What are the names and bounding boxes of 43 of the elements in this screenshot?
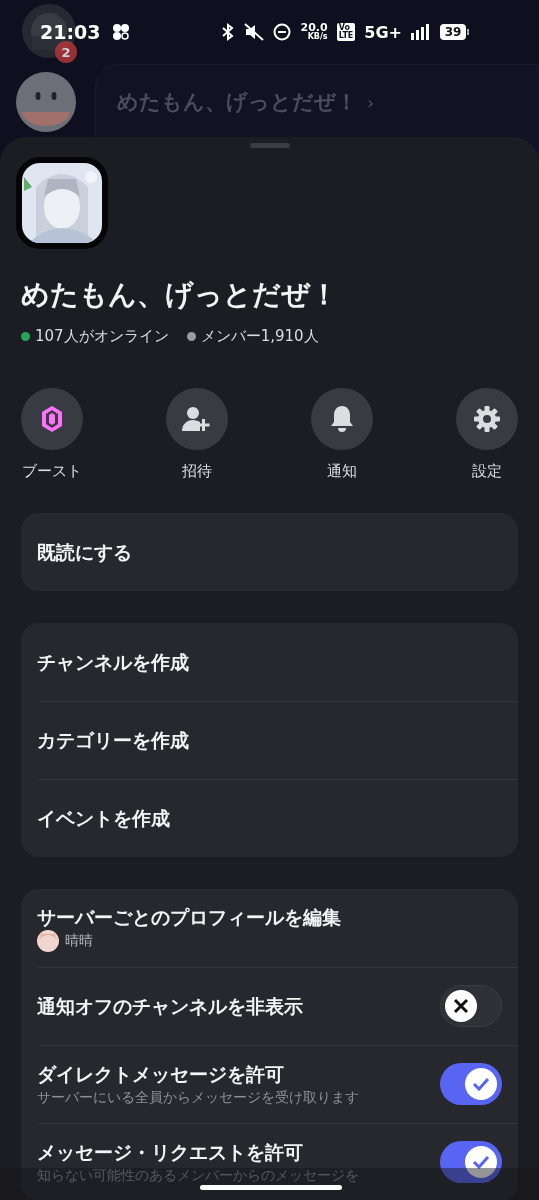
toggle-switch[interactable] xyxy=(440,985,502,1027)
bluetooth-icon xyxy=(221,23,236,41)
server-name: めたもん、げっとだぜ！ xyxy=(117,89,357,116)
menu-item-label: 既読にする xyxy=(37,540,132,565)
menu-item-label: メッセージ・リクエストを許可 xyxy=(37,1140,303,1165)
menu-item-label: サーバーごとのプロフィールを編集 xyxy=(37,905,341,930)
app-notification-icon xyxy=(112,23,131,41)
muted-sound-icon xyxy=(244,23,265,41)
clock-time: 21:03 xyxy=(40,21,101,43)
check-icon xyxy=(472,1077,490,1091)
toggle-switch[interactable] xyxy=(440,1141,502,1183)
menu-item-description: サーバーにいる全員からメッセージを受け取ります xyxy=(37,1088,359,1107)
menu-item-label: 通知オフのチャンネルを非表示 xyxy=(37,994,303,1019)
unread-badge: 2 xyxy=(55,41,77,63)
volte-icon: Vo LTE xyxy=(336,23,356,41)
close-icon xyxy=(453,998,469,1014)
gem-icon xyxy=(41,405,63,433)
menu-item-label: イベントを作成 xyxy=(37,806,170,831)
member-count: 107人がオンライン xyxy=(35,326,169,346)
chevron-icon: › xyxy=(367,91,375,113)
battery-icon: 39 xyxy=(440,24,469,40)
menu-item[interactable]: サーバーごとのプロフィールを編集 晴晴 xyxy=(21,889,518,967)
signal-icon xyxy=(411,24,431,40)
menu-item[interactable]: チャンネルを作成 xyxy=(21,623,518,701)
menu-item[interactable]: イベントを作成 xyxy=(21,779,518,857)
menu-item-label: チャンネルを作成 xyxy=(37,650,189,675)
check-icon xyxy=(472,1155,490,1169)
cow-avatar-icon xyxy=(16,72,76,132)
add-person-icon xyxy=(182,405,212,433)
network-speed: 20.0 KB/s xyxy=(300,23,328,41)
bell-icon xyxy=(329,405,355,433)
member-count: メンバー1,910人 xyxy=(200,326,319,346)
menu-item[interactable]: カテゴリーを作成 xyxy=(21,701,518,779)
toggle-switch[interactable] xyxy=(440,1063,502,1105)
server-name: めたもん、げっとだぜ！ xyxy=(21,277,339,313)
do-not-disturb-icon xyxy=(273,23,292,41)
menu-item-label: ダイレクトメッセージを許可 xyxy=(37,1062,284,1087)
network-type: 5G+ xyxy=(364,22,402,42)
nickname: 晴晴 xyxy=(65,931,93,950)
menu-item-label: カテゴリーを作成 xyxy=(37,728,189,753)
menu-item[interactable]: 既読にする xyxy=(21,513,518,591)
avatar-icon xyxy=(37,930,59,952)
settings-icon xyxy=(473,405,501,433)
